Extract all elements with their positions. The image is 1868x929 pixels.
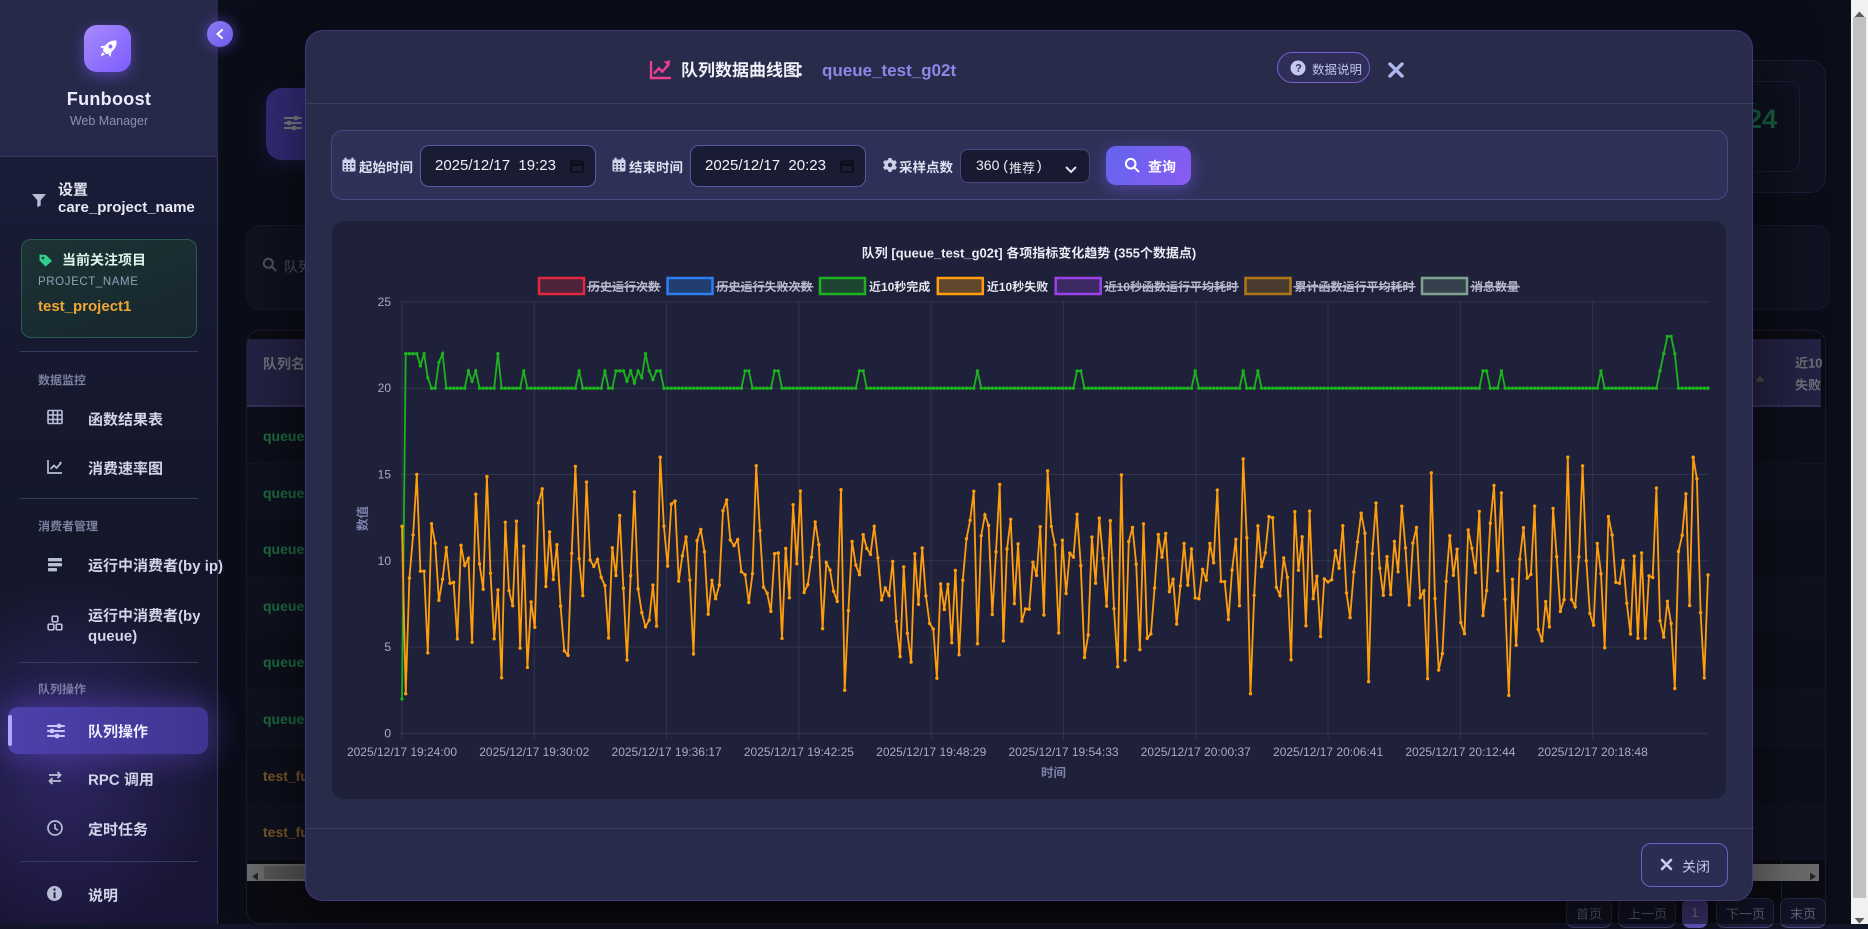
- svg-text:2025/12/17 19:42:25: 2025/12/17 19:42:25: [744, 745, 854, 759]
- svg-text:0: 0: [384, 726, 391, 740]
- svg-text:2025/12/17 19:54:33: 2025/12/17 19:54:33: [1008, 745, 1118, 759]
- svg-text:15: 15: [378, 468, 392, 482]
- svg-text:5: 5: [384, 640, 391, 654]
- svg-text:2025/12/17 19:30:02: 2025/12/17 19:30:02: [479, 745, 589, 759]
- svg-text:10: 10: [378, 554, 392, 568]
- svg-text:2025/12/17 19:24:00: 2025/12/17 19:24:00: [347, 745, 457, 759]
- svg-text:2025/12/17 19:36:17: 2025/12/17 19:36:17: [612, 745, 722, 759]
- svg-text:2025/12/17 20:06:41: 2025/12/17 20:06:41: [1273, 745, 1383, 759]
- svg-text:20: 20: [378, 381, 392, 395]
- svg-text:2025/12/17 20:00:37: 2025/12/17 20:00:37: [1141, 745, 1251, 759]
- svg-text:2025/12/17 20:12:44: 2025/12/17 20:12:44: [1405, 745, 1515, 759]
- svg-text:2025/12/17 19:48:29: 2025/12/17 19:48:29: [876, 745, 986, 759]
- svg-text:2025/12/17 20:18:48: 2025/12/17 20:18:48: [1538, 745, 1648, 759]
- svg-text:25: 25: [378, 295, 392, 309]
